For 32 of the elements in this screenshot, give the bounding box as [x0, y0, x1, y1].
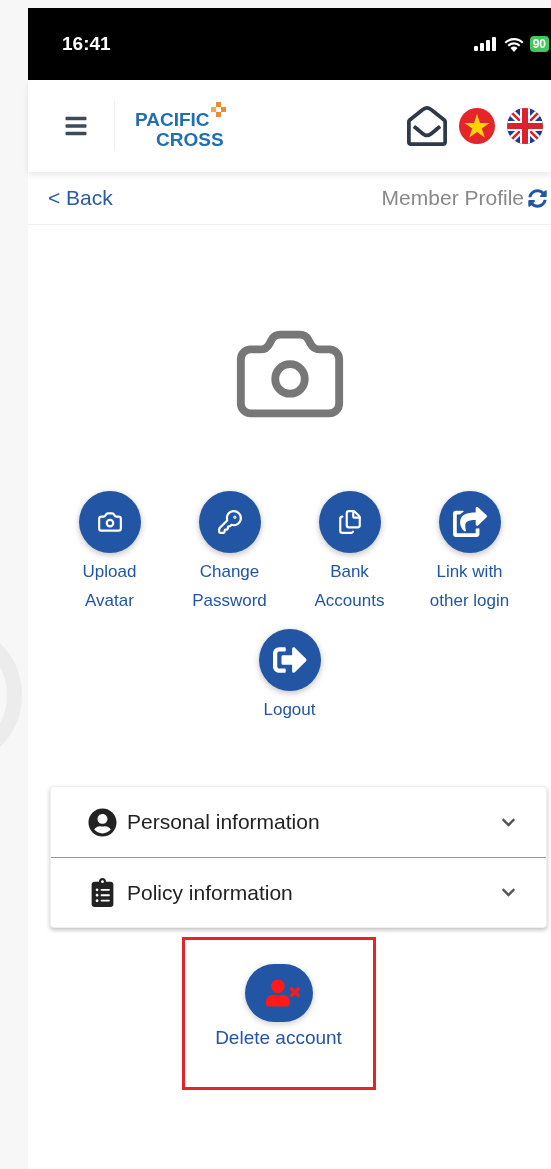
- uk-flag-icon[interactable]: [507, 108, 543, 144]
- delete-account-label[interactable]: Delete account: [215, 1024, 342, 1053]
- logo: PACIFIC CROSS: [135, 102, 226, 150]
- vietnam-flag-icon[interactable]: [459, 108, 495, 144]
- action-label[interactable]: Upload Avatar: [82, 557, 137, 615]
- battery-level: 90: [529, 36, 549, 52]
- user-icon: [88, 807, 117, 837]
- action-label[interactable]: Bank Accounts: [314, 557, 385, 615]
- share-icon: [452, 505, 487, 539]
- action-button[interactable]: [258, 629, 321, 691]
- mail-icon[interactable]: [407, 106, 447, 146]
- delete-account-button[interactable]: [244, 964, 313, 1022]
- documents-icon: [336, 509, 363, 535]
- clock-time: 16:41: [62, 31, 111, 56]
- action-button[interactable]: [198, 491, 261, 553]
- accordion-header[interactable]: Personal information: [51, 787, 546, 857]
- accordion-header[interactable]: Policy information: [51, 857, 546, 927]
- wifi-icon: [503, 36, 524, 52]
- action-label[interactable]: Link with other login: [429, 557, 510, 615]
- action-button[interactable]: [318, 491, 381, 553]
- menu-icon[interactable]: [64, 114, 88, 138]
- signal-icon: [473, 37, 498, 51]
- action-button[interactable]: [78, 491, 141, 553]
- action-label[interactable]: Change Password: [192, 557, 267, 615]
- action-button[interactable]: [438, 491, 501, 553]
- remove-user-icon: [265, 976, 300, 1010]
- page-title: Member Profile: [381, 185, 524, 212]
- action-label[interactable]: Logout: [263, 695, 316, 724]
- refresh-icon[interactable]: [528, 188, 547, 208]
- back-link[interactable]: < Back: [48, 182, 113, 214]
- key-icon: [216, 509, 243, 535]
- camera-icon: [96, 509, 123, 535]
